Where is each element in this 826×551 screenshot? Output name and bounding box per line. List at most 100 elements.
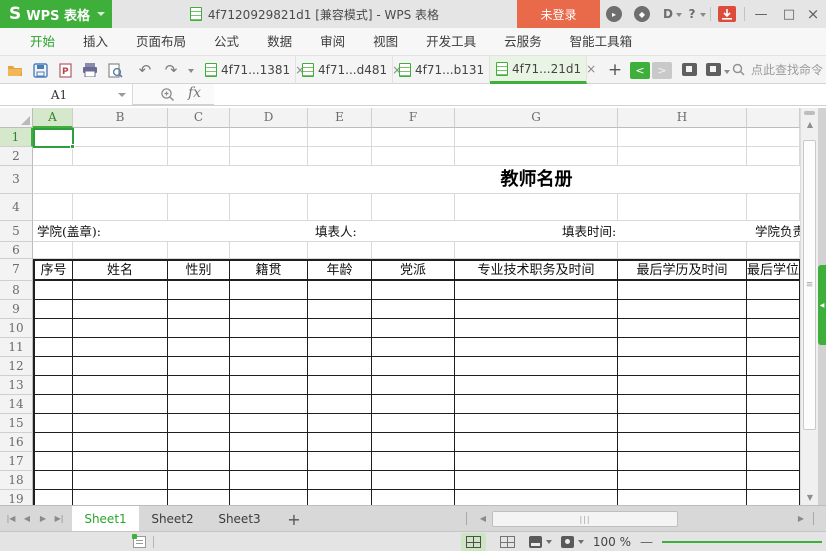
table-cell[interactable]: [308, 281, 372, 300]
table-cell[interactable]: [168, 395, 230, 414]
cell[interactable]: [618, 194, 747, 221]
undo-icon[interactable]: ↶: [136, 61, 154, 79]
table-cell[interactable]: [455, 281, 618, 300]
table-cell[interactable]: [618, 414, 747, 433]
column-header-partial[interactable]: [747, 108, 800, 128]
split-handle[interactable]: [804, 111, 815, 115]
table-cell[interactable]: [455, 452, 618, 471]
cell[interactable]: [747, 147, 800, 166]
table-cell[interactable]: [230, 357, 308, 376]
table-cell[interactable]: [618, 319, 747, 338]
table-cell[interactable]: [168, 300, 230, 319]
menu-云服务[interactable]: 云服务: [490, 28, 556, 55]
table-header-cell[interactable]: 最后学历及时间: [618, 259, 747, 281]
next-sheet-button[interactable]: ▶: [36, 511, 50, 527]
table-cell[interactable]: [618, 471, 747, 490]
table-cell[interactable]: [372, 376, 455, 395]
table-cell[interactable]: [33, 281, 73, 300]
table-cell[interactable]: [73, 376, 168, 395]
table-cell[interactable]: [73, 319, 168, 338]
row-header-6[interactable]: 6: [0, 242, 33, 259]
cell[interactable]: [230, 242, 308, 259]
row-header-13[interactable]: 13: [0, 376, 33, 395]
zoom-slider[interactable]: [662, 541, 822, 543]
column-header-A[interactable]: A: [33, 108, 73, 128]
row-header-18[interactable]: 18: [0, 471, 33, 490]
table-cell[interactable]: [747, 490, 800, 505]
tab-nav-back-button[interactable]: <: [630, 62, 650, 79]
column-header-D[interactable]: D: [230, 108, 308, 128]
table-cell[interactable]: [747, 376, 800, 395]
table-cell[interactable]: [308, 471, 372, 490]
cell[interactable]: [308, 147, 372, 166]
table-cell[interactable]: [73, 471, 168, 490]
add-sheet-button[interactable]: +: [283, 506, 305, 532]
table-cell[interactable]: [308, 433, 372, 452]
table-header-cell[interactable]: 专业技术职务及时间: [455, 259, 618, 281]
chevron-down-icon[interactable]: [577, 540, 584, 544]
cell[interactable]: [33, 242, 73, 259]
table-cell[interactable]: [73, 452, 168, 471]
minimize-button[interactable]: —: [750, 0, 772, 28]
cell[interactable]: [73, 147, 168, 166]
table-cell[interactable]: [455, 471, 618, 490]
cell-note-icon[interactable]: [132, 534, 146, 548]
normal-view-button[interactable]: [460, 533, 486, 551]
table-cell[interactable]: [230, 414, 308, 433]
column-header-H[interactable]: H: [618, 108, 747, 128]
menu-开发工具[interactable]: 开发工具: [412, 28, 490, 55]
table-cell[interactable]: [33, 471, 73, 490]
table-cell[interactable]: [33, 300, 73, 319]
help-icon[interactable]: ?: [684, 6, 700, 22]
chevron-down-icon[interactable]: [700, 13, 706, 17]
table-cell[interactable]: [73, 281, 168, 300]
wps-app-menu-button[interactable]: S WPS 表格: [0, 0, 112, 28]
vertical-scrollbar[interactable]: ▲ ≡ ▼: [800, 108, 818, 505]
table-cell[interactable]: [33, 357, 73, 376]
table-cell[interactable]: [455, 319, 618, 338]
menu-页面布局[interactable]: 页面布局: [122, 28, 200, 55]
column-header-C[interactable]: C: [168, 108, 230, 128]
cell[interactable]: [618, 242, 747, 259]
chevron-down-icon[interactable]: [676, 13, 682, 17]
table-cell[interactable]: [230, 490, 308, 505]
print-preview-icon[interactable]: [106, 61, 124, 79]
row-header-10[interactable]: 10: [0, 319, 33, 338]
row-header-1[interactable]: 1: [0, 128, 33, 147]
page-break-view-button[interactable]: [495, 533, 520, 551]
table-cell[interactable]: [168, 452, 230, 471]
settings-center-icon[interactable]: ◆: [634, 6, 650, 22]
row-header-2[interactable]: 2: [0, 147, 33, 166]
table-cell[interactable]: [168, 414, 230, 433]
cell[interactable]: [168, 147, 230, 166]
table-cell[interactable]: [372, 395, 455, 414]
column-header-B[interactable]: B: [73, 108, 168, 128]
doc-tab-2[interactable]: 4f71...d481 ×: [296, 56, 402, 84]
table-cell[interactable]: [33, 395, 73, 414]
cell[interactable]: [168, 242, 230, 259]
table-cell[interactable]: [747, 433, 800, 452]
table-cell[interactable]: [230, 395, 308, 414]
table-cell[interactable]: [372, 281, 455, 300]
table-cell[interactable]: [308, 357, 372, 376]
table-cell[interactable]: [308, 300, 372, 319]
table-cell[interactable]: [33, 376, 73, 395]
row-header-8[interactable]: 8: [0, 281, 33, 300]
table-cell[interactable]: [455, 300, 618, 319]
table-cell[interactable]: [308, 452, 372, 471]
table-cell[interactable]: [747, 471, 800, 490]
cell[interactable]: [372, 147, 455, 166]
cell[interactable]: [73, 242, 168, 259]
cell[interactable]: [618, 128, 747, 147]
redo-icon[interactable]: ↷: [162, 61, 180, 79]
table-cell[interactable]: [747, 300, 800, 319]
cell[interactable]: [747, 194, 800, 221]
cell[interactable]: [372, 194, 455, 221]
menu-视图[interactable]: 视图: [359, 28, 412, 55]
table-cell[interactable]: [230, 452, 308, 471]
doc-tab-1[interactable]: 4f71...1381 ×: [199, 56, 305, 84]
scroll-right-arrow[interactable]: ▶: [794, 511, 808, 527]
table-cell[interactable]: [455, 357, 618, 376]
table-cell[interactable]: [455, 414, 618, 433]
chevron-down-icon[interactable]: [724, 70, 730, 74]
